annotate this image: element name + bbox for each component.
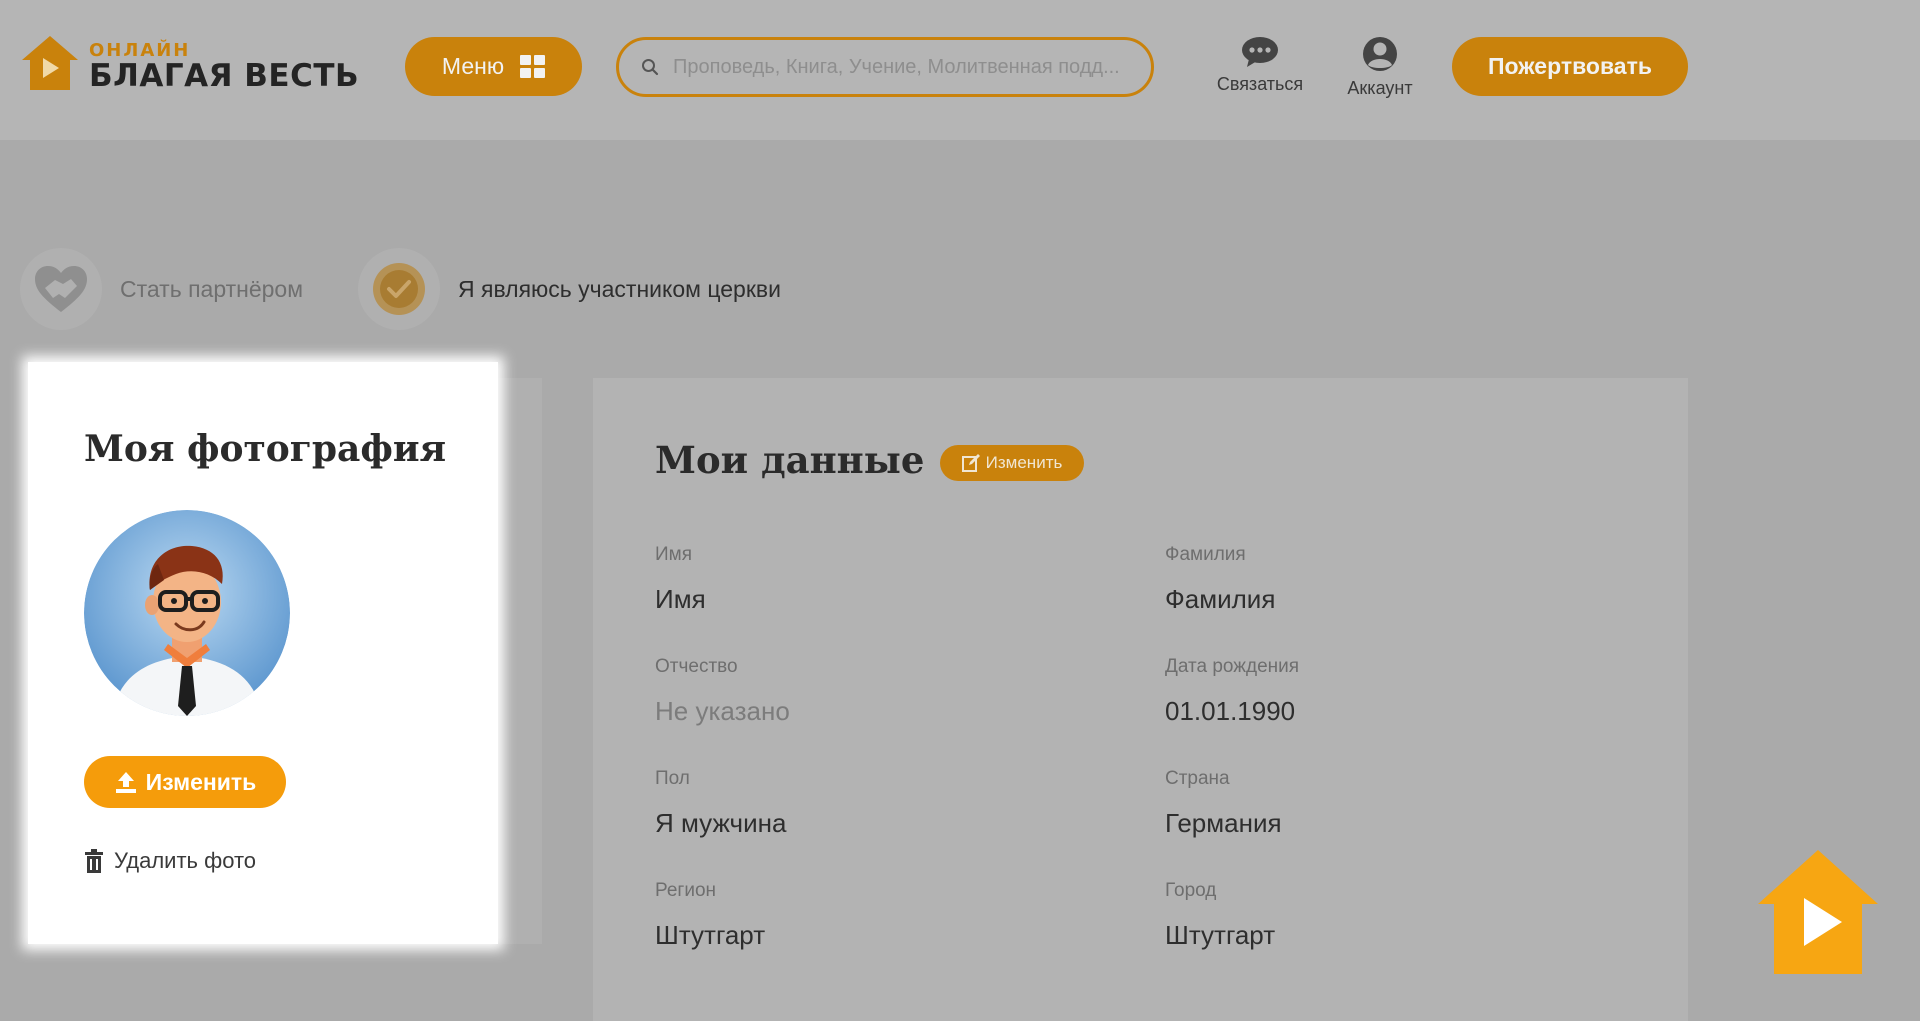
edit-icon — [961, 454, 980, 472]
field-value: Штутгарт — [1165, 920, 1276, 950]
field-label: Фамилия — [1165, 544, 1246, 565]
card-shadow-edge — [498, 378, 542, 944]
field-value: Штутгарт — [655, 920, 766, 950]
field-city: Город Штутгарт — [1165, 880, 1605, 951]
church-member-item[interactable]: Я являюсь участником церкви — [358, 248, 781, 330]
field-value: Не указано — [655, 696, 790, 726]
field-label: Страна — [1165, 768, 1230, 789]
field-value: Я мужчина — [655, 808, 787, 838]
field-label: Регион — [655, 880, 717, 901]
delete-photo-link[interactable]: Удалить фото — [84, 848, 256, 874]
site-logo[interactable]: ОНЛАЙН БЛАГАЯ ВЕСТЬ — [20, 34, 359, 96]
logo-title: БЛАГАЯ ВЕСТЬ — [89, 58, 360, 94]
field-value: Германия — [1165, 808, 1282, 838]
field-label: Отчество — [655, 656, 738, 677]
search-input[interactable] — [671, 54, 1141, 80]
house-play-icon — [1758, 850, 1878, 974]
field-last-name: Фамилия Фамилия — [1165, 544, 1605, 615]
field-country: Страна Германия — [1165, 768, 1605, 839]
search-icon — [642, 59, 659, 76]
member-label: Я являюсь участником церкви — [458, 275, 781, 302]
partner-label: Стать партнёром — [120, 275, 304, 302]
upload-icon — [115, 772, 136, 793]
house-play-icon — [22, 36, 78, 90]
menu-label: Меню — [441, 53, 505, 79]
field-gender: Пол Я мужчина — [655, 768, 1095, 839]
field-value: Фамилия — [1165, 584, 1276, 614]
partner-badge — [20, 248, 102, 330]
edit-profile-button[interactable]: Изменить — [940, 445, 1084, 481]
grid-icon — [520, 55, 546, 78]
search-bar[interactable] — [616, 37, 1154, 97]
account-label: Аккаунт — [1347, 78, 1413, 98]
change-photo-label: Изменить — [145, 768, 257, 795]
menu-button[interactable]: Меню — [405, 37, 582, 96]
field-value: 01.01.1990 — [1165, 696, 1296, 726]
chat-bubble-icon — [1242, 37, 1278, 67]
handshake-heart-icon — [35, 266, 87, 312]
field-birth-date: Дата рождения 01.01.1990 — [1165, 656, 1605, 727]
floating-play-button[interactable] — [1756, 848, 1880, 976]
user-circle-icon — [1363, 37, 1397, 71]
my-data-card: Мои данные Изменить Имя Имя Фамилия Фами… — [593, 378, 1688, 1021]
field-label: Имя — [655, 544, 693, 565]
delete-photo-label: Удалить фото — [114, 848, 257, 873]
member-badge — [358, 248, 440, 330]
field-label: Пол — [655, 768, 690, 789]
field-patronymic: Отчество Не указано — [655, 656, 1095, 727]
avatar — [84, 510, 290, 716]
edit-profile-label: Изменить — [985, 453, 1063, 472]
field-first-name: Имя Имя — [655, 544, 1095, 615]
field-region: Регион Штутгарт — [655, 880, 1095, 951]
photo-card-title: Моя фотография — [84, 428, 447, 470]
badge-check-icon — [373, 263, 425, 315]
field-label: Город — [1165, 880, 1217, 901]
my-photo-card: Моя фотография Изменить Удалить фото — [28, 362, 498, 944]
contact-label: Связаться — [1216, 74, 1304, 94]
data-card-title: Мои данные — [655, 438, 925, 482]
change-photo-button[interactable]: Изменить — [84, 756, 286, 808]
field-value: Имя — [655, 584, 706, 614]
site-header: ОНЛАЙН БЛАГАЯ ВЕСТЬ Меню Связаться — [0, 0, 1920, 140]
become-partner-item[interactable]: Стать партнёром — [20, 248, 303, 330]
contact-button[interactable]: Связаться — [1210, 36, 1310, 100]
trash-icon — [85, 849, 103, 873]
donate-button[interactable]: Пожертвовать — [1452, 37, 1688, 96]
account-button[interactable]: Аккаунт — [1336, 36, 1424, 100]
field-label: Дата рождения — [1165, 656, 1300, 677]
